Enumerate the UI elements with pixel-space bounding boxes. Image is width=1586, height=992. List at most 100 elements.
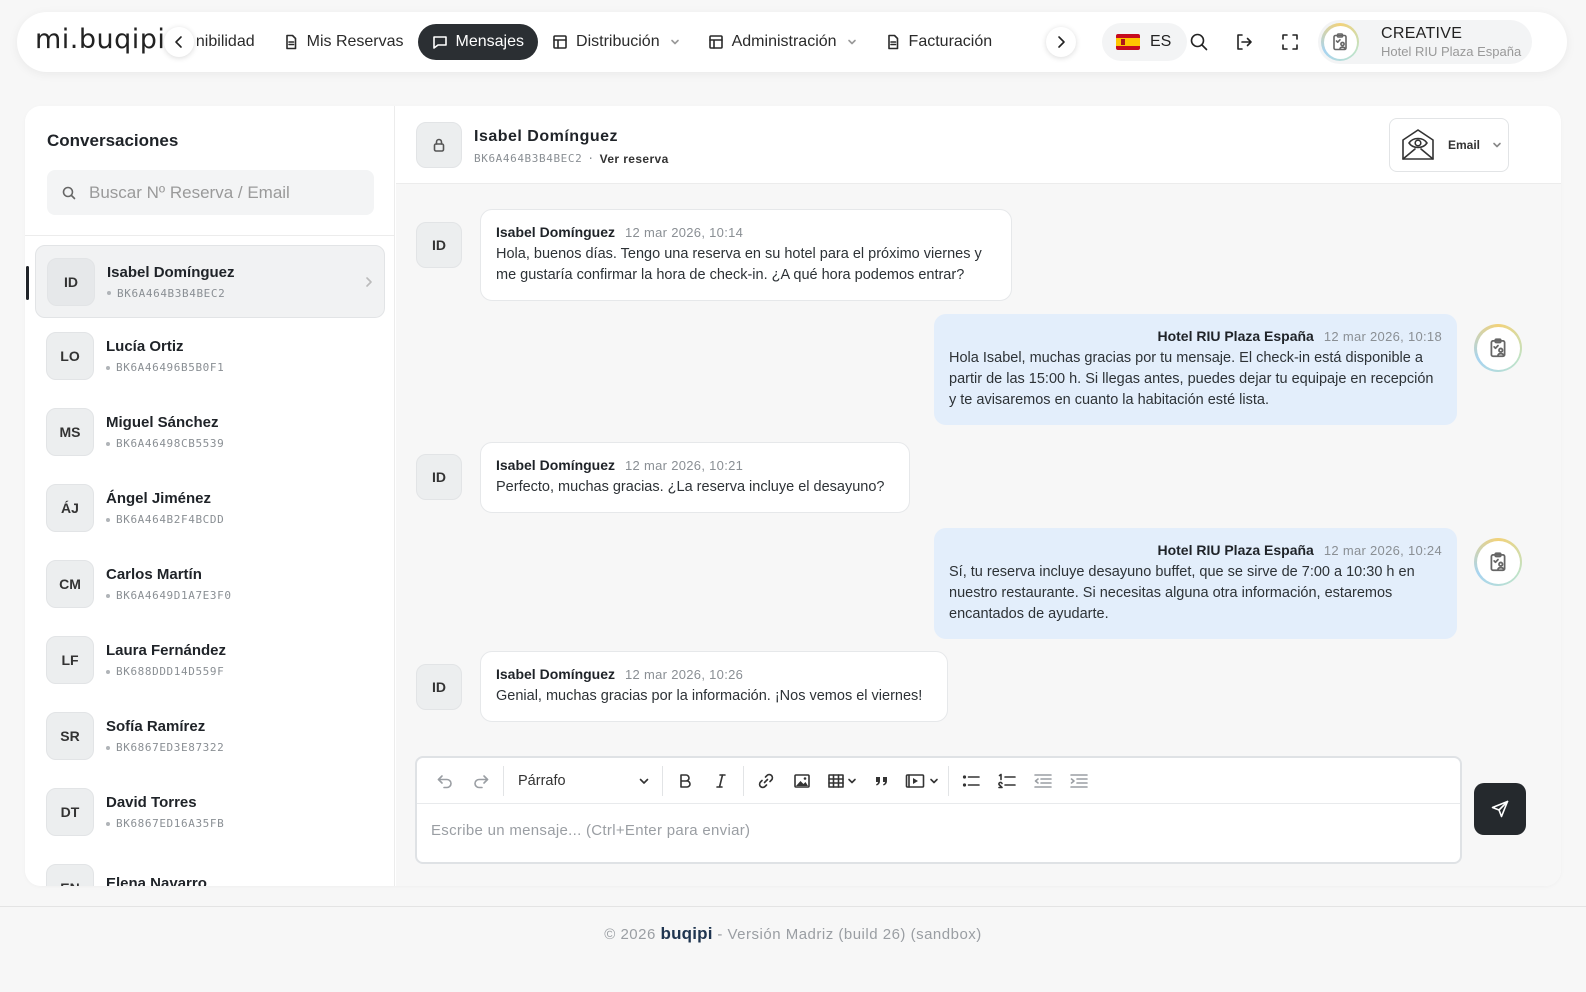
nav-item-disponibilidad[interactable]: Disponibilidad: [197, 24, 269, 60]
app-logo[interactable]: mi.buqipi: [35, 24, 165, 55]
outdent-button[interactable]: [1025, 766, 1061, 796]
blockquote-button[interactable]: [864, 766, 900, 796]
bold-button[interactable]: [667, 766, 703, 796]
undo-button[interactable]: [427, 766, 463, 796]
conversation-name: Lucía Ortiz: [106, 338, 184, 355]
booking-code: BK6A46496B5B0F1: [116, 361, 225, 374]
toolbar-separator: [948, 765, 949, 796]
message-bubble-incoming: Isabel Domínguez 12 mar 2026, 10:21 Perfe…: [480, 442, 910, 513]
chat-panel: Isabel Domínguez BK6A464B3B4BEC2 · Ver r…: [396, 106, 1561, 886]
booking-code: BK6867ED3E87322: [116, 741, 225, 754]
footer-brand-link[interactable]: buqipi: [660, 924, 712, 943]
bulleted-list-button[interactable]: [953, 766, 989, 796]
message-text: Genial, muchas gracias por la informació…: [496, 688, 923, 704]
nav-scroll-right-button[interactable]: [1046, 27, 1076, 57]
bulleted-list-icon: [962, 774, 980, 787]
conversations-sidebar: Conversaciones ID Isabel Domínguez BK6A4…: [25, 106, 395, 886]
conversation-name: Laura Fernández: [106, 642, 227, 659]
chevron-down-icon: [848, 778, 856, 783]
contact-name: Isabel Domínguez: [474, 128, 619, 145]
view-booking-link[interactable]: Ver reserva: [600, 152, 669, 166]
format-label: Párrafo: [518, 772, 566, 789]
conversation-item[interactable]: LF Laura Fernández BK688DDD14D559F: [25, 622, 395, 698]
status-dot: [106, 517, 110, 522]
separator: ·: [587, 152, 595, 165]
conversation-item[interactable]: LO Lucía Ortiz BK6A46496B5B0F1: [25, 318, 395, 394]
conversation-name: David Torres: [106, 794, 197, 811]
fullscreen-icon[interactable]: [1278, 30, 1302, 54]
nav-label: Administración: [731, 33, 837, 50]
nav-item-distribucion[interactable]: Distribución: [538, 24, 694, 60]
search-box: [47, 170, 374, 215]
nav-scroll-left-button[interactable]: [164, 27, 194, 57]
conversation-name: Ángel Jiménez: [106, 490, 212, 507]
conversation-avatar: LO: [46, 332, 94, 380]
conversation-avatar: ID: [47, 257, 95, 306]
clipboard-user-icon: [1490, 338, 1506, 358]
conversation-item[interactable]: CM Carlos Martín BK6A4649D1A7E3F0: [25, 546, 395, 622]
booking-code: BK6867ED16A35FB: [116, 817, 225, 830]
image-icon: [794, 773, 810, 788]
image-button[interactable]: [784, 766, 820, 796]
toolbar-separator: [503, 765, 504, 796]
chat-header: Isabel Domínguez BK6A464B3B4BEC2 · Ver r…: [396, 106, 1561, 184]
paragraph-format-select[interactable]: Párrafo: [508, 766, 658, 796]
status-dot: [106, 669, 110, 674]
send-button[interactable]: [1474, 783, 1526, 835]
message-time: 12 mar 2026, 10:24: [1323, 543, 1442, 558]
chevron-down-icon: [670, 37, 680, 47]
media-embed-button[interactable]: [900, 766, 944, 796]
nav-item-mis-reservas[interactable]: Mis Reservas: [269, 24, 418, 60]
conversation-item[interactable]: DT David Torres BK6867ED16A35FB: [25, 774, 395, 850]
conversation-avatar: MS: [46, 408, 94, 456]
conversation-avatar: LF: [46, 636, 94, 684]
user-menu[interactable]: CREATIVE Hotel RIU Plaza España: [1318, 20, 1532, 64]
link-button[interactable]: [748, 766, 784, 796]
booking-code: BK6A4649D1A7E3F0: [116, 589, 232, 602]
conversation-item-selected[interactable]: ID Isabel Domínguez BK6A464B3B4BEC2: [26, 245, 385, 318]
booking-code: BK6A464B2F4BCDD: [116, 513, 225, 526]
footer-copyright: © 2026: [604, 926, 661, 943]
user-hotel: Hotel RIU Plaza España: [1381, 43, 1522, 59]
logout-icon[interactable]: [1232, 30, 1256, 54]
message-avatar: ID: [416, 222, 462, 268]
lock-icon: [433, 138, 445, 152]
document-icon: [885, 34, 901, 50]
conversation-item[interactable]: SR Sofía Ramírez BK6867ED3E87322: [25, 698, 395, 774]
message-input[interactable]: [431, 822, 1441, 839]
clipboard-user-icon: [1490, 552, 1506, 572]
indent-button[interactable]: [1061, 766, 1097, 796]
language-selector[interactable]: ES: [1102, 23, 1187, 61]
italic-button[interactable]: [703, 766, 739, 796]
message-bubble-outgoing: Hotel RIU Plaza España 12 mar 2026, 10:18…: [934, 314, 1457, 425]
numbered-list-button[interactable]: [989, 766, 1025, 796]
conversation-item[interactable]: EN Elena Navarro: [25, 850, 395, 886]
conversation-avatar: EN: [46, 864, 94, 886]
sidebar-title: Conversaciones: [47, 131, 179, 150]
chevron-down-icon: [847, 37, 857, 47]
message-author: Hotel RIU Plaza España: [1157, 542, 1314, 558]
italic-icon: [716, 773, 726, 788]
chevron-down-icon: [1492, 140, 1502, 150]
message-bubble-outgoing: Hotel RIU Plaza España 12 mar 2026, 10:24…: [934, 528, 1457, 639]
nav-item-mensajes[interactable]: Mensajes: [417, 24, 539, 60]
redo-button[interactable]: [463, 766, 499, 796]
contact-avatar: [416, 122, 462, 168]
message-thread: ID Isabel Domínguez 12 mar 2026, 10:14 Ho…: [396, 185, 1561, 755]
nav-item-facturacion[interactable]: Facturación: [871, 24, 1007, 60]
outdent-icon: [1034, 773, 1052, 788]
conversation-item[interactable]: ÁJ Ángel Jiménez BK6A464B2F4BCDD: [25, 470, 395, 546]
nav-item-administracion[interactable]: Administración: [694, 24, 871, 60]
table-button[interactable]: [820, 766, 864, 796]
search-icon[interactable]: [1187, 30, 1211, 54]
message-text: Hola Isabel, muchas gracias por tu mensa…: [949, 350, 1434, 408]
search-input[interactable]: [89, 182, 359, 203]
main-nav: Disponibilidad Mis Reservas Mensajes Dis…: [197, 22, 1075, 62]
conversation-item[interactable]: MS Miguel Sánchez BK6A46498CB5539: [25, 394, 395, 470]
bold-icon: [680, 773, 691, 788]
channel-selector[interactable]: Email: [1389, 118, 1509, 172]
status-dot: [106, 441, 110, 446]
language-code: ES: [1150, 33, 1172, 50]
message-author: Isabel Domínguez: [496, 666, 616, 682]
email-eye-icon: [1398, 125, 1438, 165]
